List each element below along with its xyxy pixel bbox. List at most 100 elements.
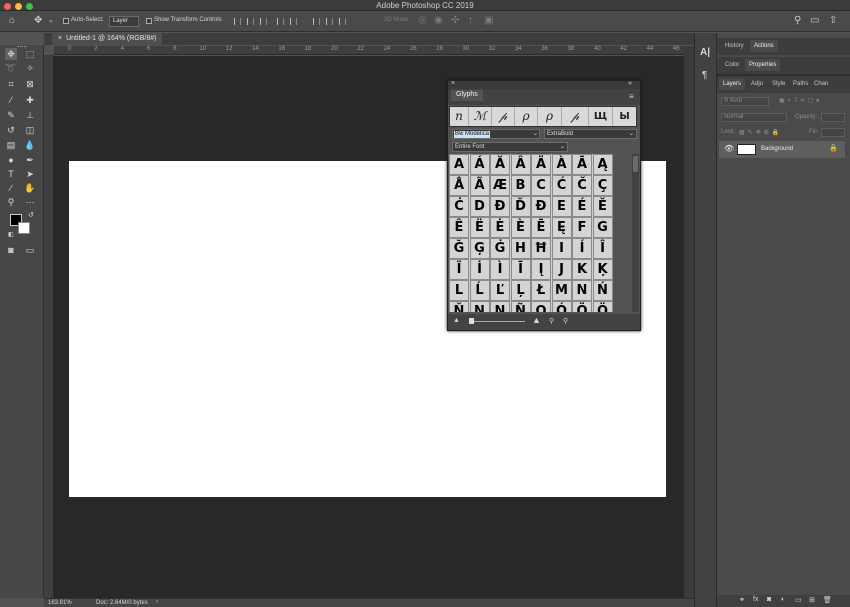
glyph-cell[interactable]: Ņ — [469, 301, 490, 312]
glyph-cell[interactable]: Đ — [531, 196, 551, 217]
glyph-size-slider[interactable] — [469, 321, 525, 322]
tab-paths[interactable]: Paths — [789, 78, 812, 90]
glyph-cell[interactable]: Ħ — [531, 238, 551, 259]
move-tool-icon[interactable]: ✥ — [5, 48, 17, 60]
auto-select-target-select[interactable]: Layer — [109, 16, 139, 27]
tab-layers[interactable]: Layers — [719, 78, 746, 90]
fill-field[interactable] — [821, 128, 845, 137]
search-icon[interactable]: ⚲ — [794, 15, 801, 27]
line-tool-icon[interactable]: ∕ — [5, 182, 17, 194]
glyph-cell[interactable]: G — [592, 217, 613, 238]
glyph-cell[interactable]: Ă — [490, 154, 510, 175]
panel-menu-icon[interactable]: ≡ — [629, 92, 634, 101]
glyph-cell[interactable]: Ā — [572, 154, 592, 175]
move-tool-icon[interactable]: ✥ — [34, 15, 42, 27]
glyph-cell[interactable]: Į — [531, 259, 551, 280]
zoom-tool-icon[interactable]: ⚲ — [5, 196, 17, 208]
glyph-cell[interactable]: O — [531, 301, 551, 312]
chevron-down-icon[interactable]: ⌄ — [629, 130, 634, 138]
tab-color[interactable]: Color — [721, 59, 743, 71]
glyph-cell[interactable]: Ń — [592, 280, 613, 301]
align-left-icon[interactable] — [234, 18, 241, 25]
3d-scale-icon[interactable]: ▣ — [484, 15, 493, 27]
eraser-tool-icon[interactable]: ◫ — [24, 124, 36, 136]
auto-select-checkbox[interactable] — [63, 18, 69, 24]
glyph-cell[interactable]: Ñ — [510, 301, 531, 312]
tab-actions[interactable]: Actions — [750, 40, 778, 52]
zoom-in-glyph-icon[interactable]: ⚲ — [563, 317, 568, 325]
glyph-cell[interactable]: Ð — [490, 196, 510, 217]
tab-history[interactable]: History — [721, 40, 748, 52]
brush-tool-icon[interactable]: ✎ — [5, 109, 17, 121]
glyph-cell[interactable]: Ê — [449, 217, 469, 238]
more-tools-icon[interactable]: ⋯ — [24, 196, 36, 208]
glyph-cell[interactable]: Å — [449, 175, 469, 196]
zoom-level[interactable]: 163.81% — [48, 600, 72, 606]
glyph-cell[interactable]: I — [551, 238, 572, 259]
glyph-cell[interactable]: Á — [469, 154, 490, 175]
tab-channels[interactable]: Chan — [810, 78, 832, 90]
gradient-tool-icon[interactable]: ▤ — [5, 139, 17, 151]
glyph-cell[interactable]: Ç — [592, 175, 613, 196]
glyph-cell[interactable]: Ī — [510, 259, 531, 280]
clone-stamp-tool-icon[interactable]: ⊥ — [24, 109, 36, 121]
glyph-cell[interactable]: Ĺ — [469, 280, 490, 301]
glyph-cell[interactable]: Ę — [551, 217, 572, 238]
3d-rotate-icon[interactable]: ◎ — [418, 15, 427, 27]
history-brush-tool-icon[interactable]: ↺ — [5, 124, 17, 136]
glyph-cell[interactable]: Ğ — [449, 238, 469, 259]
default-colors-icon[interactable]: ◧ — [8, 231, 14, 238]
glyph-cell[interactable]: Ï — [449, 259, 469, 280]
link-layers-icon[interactable]: ⚭ — [739, 596, 745, 604]
glyph-cell[interactable]: Î — [592, 238, 613, 259]
layer-style-icon[interactable]: fx — [753, 596, 758, 603]
layer-kind-filter[interactable]: ⚲ Kind — [721, 97, 769, 106]
recent-glyph[interactable]: ℳ — [469, 107, 492, 126]
glyph-cell[interactable]: Ó — [551, 301, 572, 312]
recent-glyph[interactable]: Ы — [613, 107, 636, 126]
glyph-cell[interactable]: È — [510, 217, 531, 238]
3d-pan-icon[interactable]: ✣ — [451, 15, 459, 27]
glyph-cell[interactable]: E — [551, 196, 572, 217]
glyph-cell[interactable]: Ġ — [490, 238, 510, 259]
workspace-icon[interactable]: ▭ — [810, 15, 819, 27]
paragraph-panel-icon[interactable]: ¶ — [702, 70, 707, 81]
recent-glyph[interactable]: ρ — [538, 107, 562, 126]
layer-row[interactable]: 👁 Background 🔒 — [719, 141, 845, 158]
align-middle-icon[interactable] — [290, 18, 297, 25]
glyph-cell[interactable]: Ċ — [449, 196, 469, 217]
magic-wand-tool-icon[interactable]: ✧ — [24, 62, 36, 74]
close-panel-icon[interactable]: × — [451, 80, 455, 87]
align-top-icon[interactable] — [277, 18, 284, 25]
path-selection-tool-icon[interactable]: ➤ — [24, 168, 36, 180]
distribute-middle-icon[interactable] — [326, 18, 333, 25]
glyph-cell[interactable]: Â — [510, 154, 531, 175]
tab-adjustments[interactable]: Adju — [747, 78, 767, 90]
recent-glyph[interactable]: ρ — [515, 107, 538, 126]
show-transform-checkbox[interactable] — [146, 18, 152, 24]
zoom-out-glyph-icon[interactable]: ⚲ — [549, 317, 554, 325]
glyph-cell[interactable]: N — [572, 280, 592, 301]
crop-tool-icon[interactable]: ⌗ — [5, 78, 17, 90]
vertical-scrollbar[interactable] — [684, 46, 694, 598]
glyph-grid-scroll-thumb[interactable] — [633, 156, 638, 172]
character-panel-icon[interactable]: A| — [700, 47, 710, 58]
3d-slide-icon[interactable]: ↕ — [468, 15, 473, 27]
screen-mode-icon[interactable]: ▭ — [24, 244, 36, 256]
glyph-cell[interactable]: Ä — [531, 154, 551, 175]
glyph-cell[interactable]: Ö — [572, 301, 592, 312]
visibility-eye-icon[interactable]: 👁 — [724, 144, 734, 153]
marquee-tool-icon[interactable]: ⬚ — [24, 48, 36, 60]
glyph-cell[interactable]: Ł — [531, 280, 551, 301]
blend-mode-select[interactable]: Normal — [721, 113, 787, 122]
background-color-swatch[interactable] — [18, 222, 30, 234]
glyph-cell[interactable]: J — [551, 259, 572, 280]
glyph-cell[interactable]: Ą — [592, 154, 613, 175]
type-tool-icon[interactable]: T — [5, 168, 17, 180]
add-mask-icon[interactable]: ◙ — [767, 596, 771, 603]
tool-preset-dropdown[interactable]: ⌄ — [48, 15, 54, 27]
close-tab-icon[interactable]: × — [58, 35, 62, 42]
font-style-select[interactable]: ExtraBold ⌄ — [544, 129, 637, 139]
glyphs-tab[interactable]: Glyphs — [451, 90, 483, 101]
pen-tool-icon[interactable]: ✒ — [24, 154, 36, 166]
